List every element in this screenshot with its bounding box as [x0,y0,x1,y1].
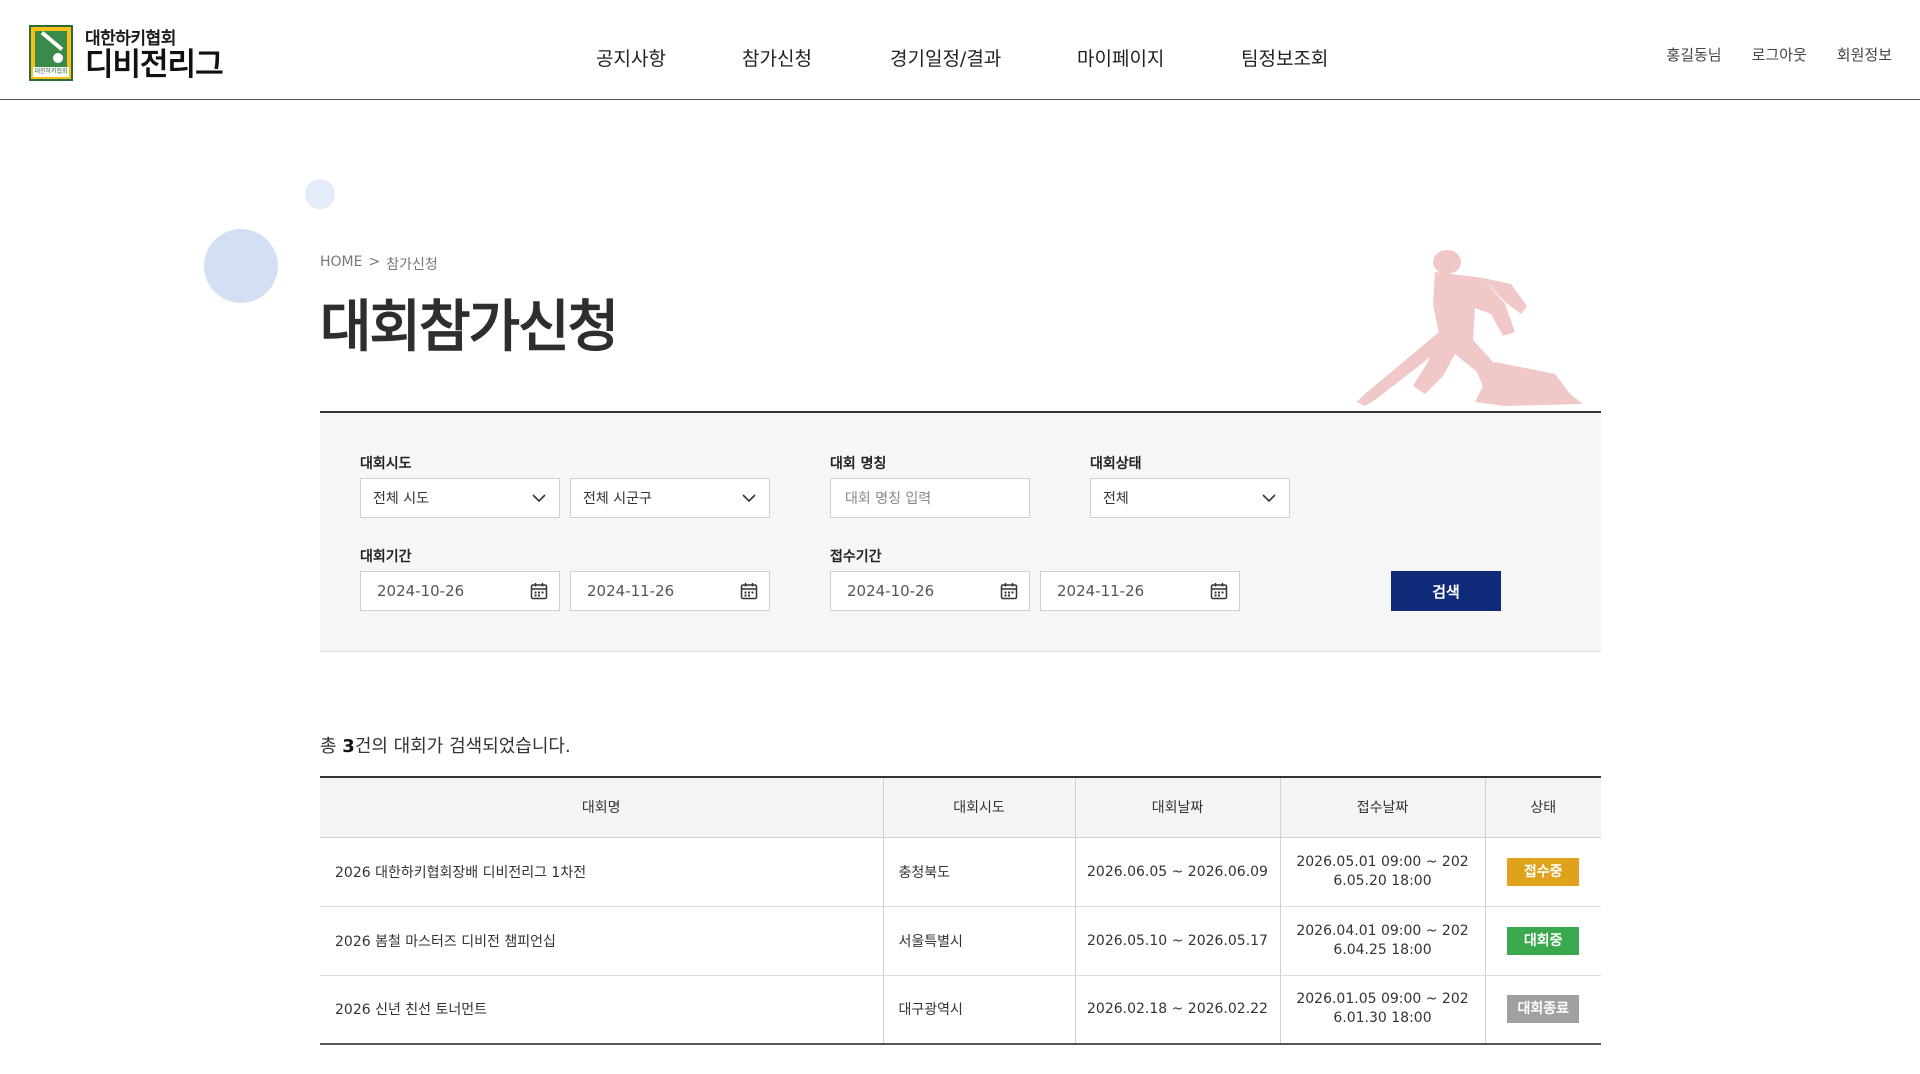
cell-receipt-line1: 2026.01.05 09:00 ~ 202 [1296,991,1469,1008]
breadcrumb: HOME > 참가신청 [320,254,438,274]
receipt-start-input[interactable]: 2024-10-26 [830,571,1030,611]
search-panel: 대회시도 전체 시도 전체 시군구 대회 명칭 대회 명칭 입력 대회상태 전체… [320,411,1601,652]
hockey-player-illustration [1357,250,1583,406]
chevron-down-icon [519,479,559,517]
member-info-link[interactable]: 회원정보 [1837,44,1892,65]
nav-notice[interactable]: 공지사항 [596,44,666,71]
col-header-name: 대회명 [320,777,883,838]
cell-date: 2026.05.10 ~ 2026.05.17 [1074,906,1280,976]
calendar-icon[interactable] [519,572,559,610]
nav-apply[interactable]: 참가신청 [742,44,812,71]
logout-link[interactable]: 로그아웃 [1752,44,1807,65]
status-badge: 접수중 [1507,857,1580,886]
breadcrumb-separator: > [368,254,381,270]
breadcrumb-current: 참가신청 [386,257,438,273]
competition-table: 대회명 대회시도 대회날짜 접수날짜 상태 2026 대한하키협회장배 디비전리… [320,776,1601,1045]
cell-receipt-line1: 2026.05.01 09:00 ~ 202 [1296,853,1469,870]
cell-region: 충청북도 [882,837,1075,907]
nav-mypage[interactable]: 마이페이지 [1077,44,1164,71]
table-row[interactable]: 2026 봄철 마스터즈 디비전 챔피언십 서울특별시 2026.05.10 ~… [320,906,1601,976]
table-row[interactable]: 2026 신년 친선 토너먼트 대구광역시 2026.02.18 ~ 2026.… [320,975,1601,1044]
cell-receipt-line1: 2026.04.01 09:00 ~ 202 [1296,922,1469,939]
chevron-down-icon [1249,479,1289,517]
nav-team-info[interactable]: 팀정보조회 [1241,44,1328,71]
result-count-prefix: 총 [320,736,343,757]
nav-schedule[interactable]: 경기일정/결과 [890,44,1001,71]
cell-receipt-line2: 6.05.20 18:00 [1333,872,1432,889]
cell-region: 대구광역시 [882,975,1075,1044]
chevron-down-icon [729,479,769,517]
status-badge: 대회중 [1507,926,1580,955]
col-header-status: 상태 [1484,777,1601,838]
result-count-suffix: 건의 대회가 검색되었습니다. [354,736,571,757]
status-label: 대회상태 [1090,456,1142,472]
main-nav: 공지사항 참가신청 경기일정/결과 마이페이지 팀정보조회 [0,44,1920,71]
sido-select-value: 전체 시도 [373,491,429,507]
receipt-end-input[interactable]: 2024-11-26 [1040,571,1240,611]
table-header-row: 대회명 대회시도 대회날짜 접수날짜 상태 [320,777,1601,838]
period-label: 대회기간 [360,549,412,565]
cell-receipt: 2026.05.01 09:00 ~ 202 6.05.20 18:00 [1279,837,1485,907]
cell-status: 대회종료 [1484,975,1601,1044]
calendar-icon[interactable] [729,572,769,610]
status-badge: 대회종료 [1507,995,1580,1024]
status-select-value: 전체 [1103,491,1129,507]
sigungu-select[interactable]: 전체 시군구 [570,478,770,518]
decor-circle-big [204,229,278,303]
cell-receipt-line2: 6.04.25 18:00 [1333,941,1432,958]
cell-date: 2026.02.18 ~ 2026.02.22 [1074,975,1280,1044]
period-start-value: 2024-10-26 [377,582,465,600]
receipt-end-value: 2024-11-26 [1057,582,1145,600]
site-header: 대한하키협회 대한하키협회 디비전리그 공지사항 참가신청 경기일정/결과 마이… [0,0,1920,100]
user-name[interactable]: 홍길동님 [1666,44,1721,65]
cell-status: 대회중 [1484,906,1601,976]
cell-competition-name[interactable]: 2026 봄철 마스터즈 디비전 챔피언십 [320,906,883,976]
cell-date: 2026.06.05 ~ 2026.06.09 [1074,837,1280,907]
decor-circle-small [305,179,335,209]
competition-name-placeholder: 대회 명칭 입력 [845,491,932,507]
cell-receipt: 2026.01.05 09:00 ~ 202 6.01.30 18:00 [1279,975,1485,1044]
status-select[interactable]: 전체 [1090,478,1290,518]
utility-nav: 홍길동님 로그아웃 회원정보 [1666,44,1892,65]
cell-competition-name[interactable]: 2026 대한하키협회장배 디비전리그 1차전 [320,837,883,907]
competition-name-label: 대회 명칭 [830,456,887,472]
search-button[interactable]: 검색 [1391,571,1501,611]
page-title: 대회참가신청 [320,295,619,360]
cell-region: 서울특별시 [882,906,1075,976]
sido-select[interactable]: 전체 시도 [360,478,560,518]
col-header-region: 대회시도 [882,777,1075,838]
table-row[interactable]: 2026 대한하키협회장배 디비전리그 1차전 충청북도 2026.06.05 … [320,837,1601,907]
result-count: 총 3건의 대회가 검색되었습니다. [320,732,571,758]
result-count-number: 3 [342,736,355,757]
receipt-start-value: 2024-10-26 [847,582,935,600]
period-end-value: 2024-11-26 [587,582,675,600]
period-end-input[interactable]: 2024-11-26 [570,571,770,611]
period-start-input[interactable]: 2024-10-26 [360,571,560,611]
cell-receipt-line2: 6.01.30 18:00 [1333,1010,1432,1027]
col-header-receipt: 접수날짜 [1279,777,1485,838]
col-header-date: 대회날짜 [1074,777,1280,838]
cell-competition-name[interactable]: 2026 신년 친선 토너먼트 [320,975,883,1044]
region-label: 대회시도 [360,456,412,472]
calendar-icon[interactable] [989,572,1029,610]
breadcrumb-home[interactable]: HOME [320,254,362,274]
logo-badge-caption: 대한하키협회 [33,66,69,77]
calendar-icon[interactable] [1199,572,1239,610]
cell-receipt: 2026.04.01 09:00 ~ 202 6.04.25 18:00 [1279,906,1485,976]
sigungu-select-value: 전체 시군구 [583,491,652,507]
competition-name-input[interactable]: 대회 명칭 입력 [830,478,1030,518]
cell-status: 접수중 [1484,837,1601,907]
receipt-period-label: 접수기간 [830,549,882,565]
